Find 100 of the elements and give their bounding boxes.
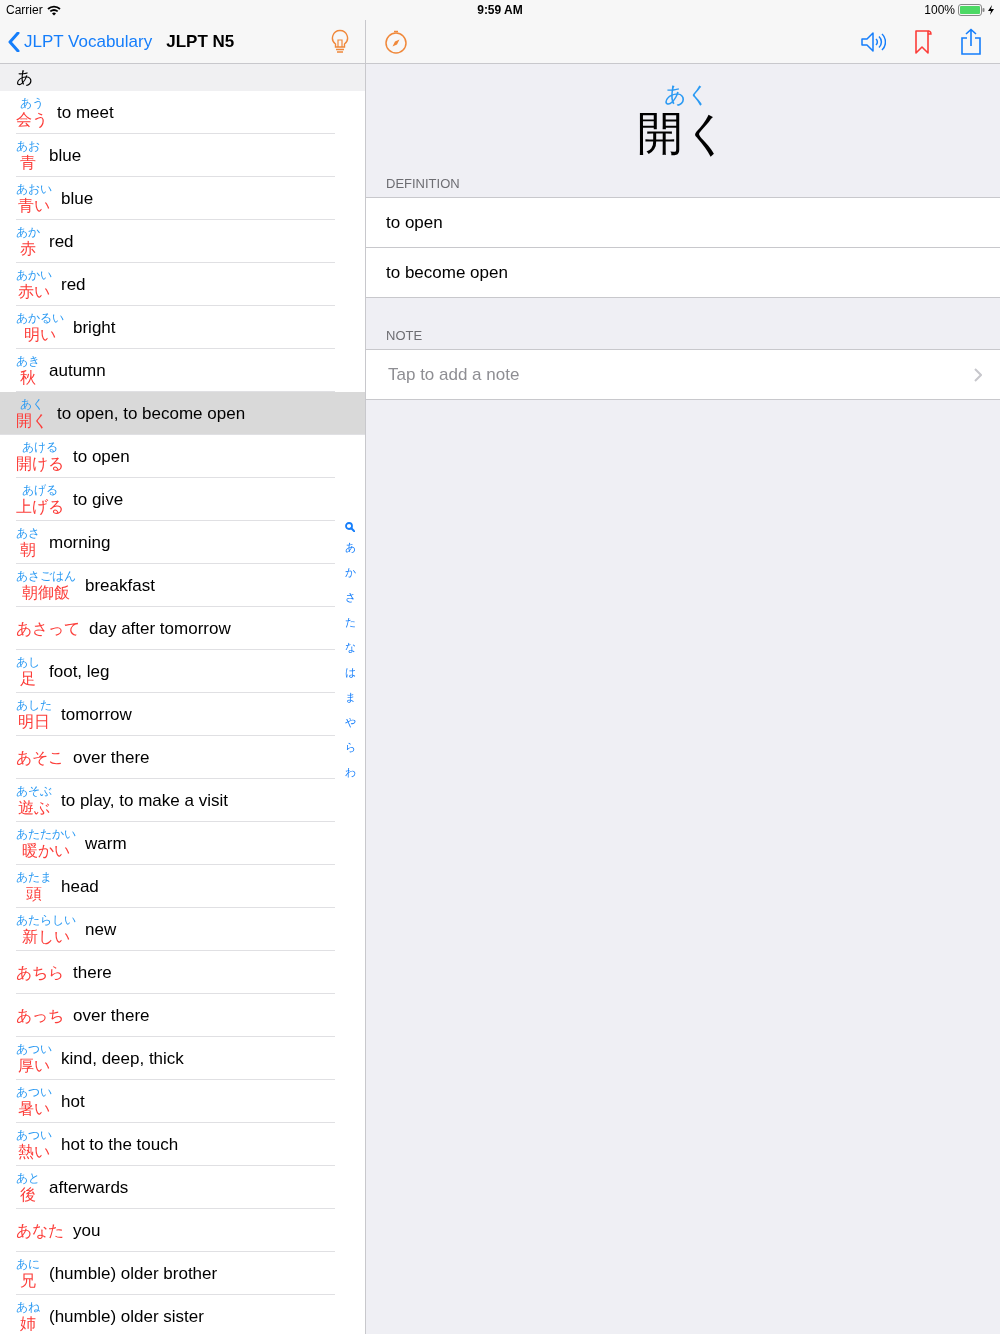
speaker-icon[interactable] bbox=[860, 30, 886, 53]
word-text: 赤 bbox=[20, 238, 36, 259]
meaning-text: to play, to make a visit bbox=[61, 790, 228, 811]
nav-title: JLPT N5 bbox=[166, 31, 235, 52]
reading-text: あつい bbox=[16, 1127, 52, 1142]
reading-text: あたま bbox=[16, 869, 52, 884]
reading-text: あつい bbox=[16, 1084, 52, 1099]
index-letter[interactable]: は bbox=[344, 663, 356, 682]
reading-text: あね bbox=[16, 1299, 40, 1314]
meaning-text: blue bbox=[49, 145, 82, 166]
reading-text: あたらしい bbox=[16, 912, 76, 927]
index-letter[interactable]: ま bbox=[344, 688, 356, 707]
note-row[interactable]: Tap to add a note bbox=[366, 349, 1000, 400]
reading-text: あかるい bbox=[16, 310, 64, 325]
battery-percent: 100% bbox=[924, 3, 955, 17]
word-text: 遊ぶ bbox=[18, 797, 50, 818]
word-text: 暑い bbox=[18, 1098, 50, 1119]
word-text: 会う bbox=[16, 109, 48, 130]
word-text: 姉 bbox=[20, 1313, 36, 1334]
meaning-text: afterwards bbox=[49, 1177, 129, 1198]
meaning-text: to give bbox=[73, 489, 124, 510]
meaning-text: (humble) older brother bbox=[49, 1263, 218, 1284]
back-button[interactable]: JLPT Vocabulary bbox=[0, 30, 159, 53]
carrier-name: Carrier bbox=[6, 3, 43, 17]
index-letter[interactable]: あ bbox=[344, 538, 356, 557]
headword: 開く bbox=[636, 108, 730, 158]
vocabulary-row[interactable]: あっち over there bbox=[0, 994, 365, 1037]
word-text: 朝 bbox=[20, 539, 36, 560]
word-text: 朝御飯 bbox=[22, 582, 70, 603]
meaning-text: foot, leg bbox=[49, 661, 110, 682]
index-letter[interactable]: た bbox=[344, 613, 356, 632]
reading-text: あかい bbox=[16, 267, 52, 282]
charging-bolt-icon bbox=[988, 5, 994, 15]
definition-text: to become open bbox=[386, 262, 508, 283]
share-icon[interactable] bbox=[960, 27, 982, 56]
reading-text: あおい bbox=[16, 181, 52, 196]
search-icon[interactable] bbox=[345, 522, 355, 532]
index-letter[interactable]: や bbox=[344, 713, 356, 732]
reading-text: あう bbox=[20, 95, 44, 110]
word-text: 頭 bbox=[26, 883, 42, 904]
word-text: あさって bbox=[16, 618, 80, 639]
index-letter[interactable]: な bbox=[344, 638, 356, 657]
meaning-text: head bbox=[61, 876, 99, 897]
meaning-text: warm bbox=[85, 833, 127, 854]
reading-text: あく bbox=[20, 396, 44, 411]
reading-text: あし bbox=[16, 654, 40, 669]
meaning-text: to open, to become open bbox=[57, 403, 246, 424]
reading-text: あげる bbox=[22, 482, 58, 497]
section-label: DEFINITION bbox=[386, 176, 460, 191]
reading-text: あそぶ bbox=[16, 783, 52, 798]
meaning-text: hot to the touch bbox=[61, 1134, 179, 1155]
section-label: NOTE bbox=[386, 328, 423, 343]
reading-text: あき bbox=[16, 353, 40, 368]
word-text: 赤い bbox=[18, 281, 50, 302]
wifi-icon bbox=[46, 4, 61, 16]
reading-text: あつい bbox=[16, 1041, 52, 1056]
bookmark-icon[interactable] bbox=[914, 28, 932, 55]
word-text: 新しい bbox=[22, 926, 70, 947]
word-text: 明い bbox=[24, 324, 56, 345]
clock-time: 9:59 AM bbox=[477, 3, 523, 17]
meaning-text: to open bbox=[73, 446, 130, 467]
word-text: 青 bbox=[20, 152, 36, 173]
word-text: あちら bbox=[16, 962, 64, 983]
meaning-text: autumn bbox=[49, 360, 106, 381]
chevron-right-icon bbox=[974, 367, 982, 382]
index-letter[interactable]: か bbox=[344, 563, 356, 582]
meaning-text: (humble) older sister bbox=[49, 1306, 204, 1327]
lightbulb-icon[interactable] bbox=[331, 28, 349, 55]
meaning-text: morning bbox=[49, 532, 111, 553]
meaning-text: tomorrow bbox=[61, 704, 132, 725]
word-text: 厚い bbox=[18, 1055, 50, 1076]
reading-text: あさ bbox=[16, 525, 40, 540]
index-letter[interactable]: ら bbox=[344, 738, 356, 757]
vocabulary-row[interactable]: あちら there bbox=[0, 951, 365, 994]
meaning-text: there bbox=[73, 962, 112, 983]
word-text: 兄 bbox=[20, 1270, 36, 1291]
reading-text: あに bbox=[16, 1256, 40, 1271]
vocabulary-row[interactable]: あなた you bbox=[0, 1209, 365, 1252]
word-text: あっち bbox=[16, 1005, 64, 1026]
meaning-text: breakfast bbox=[85, 575, 155, 596]
meaning-text: over there bbox=[73, 1005, 150, 1026]
word-text: あなた bbox=[16, 1220, 64, 1241]
word-text: あそこ bbox=[16, 747, 64, 768]
reading-text: あたたかい bbox=[16, 826, 76, 841]
meaning-text: new bbox=[85, 919, 117, 940]
word-text: 熱い bbox=[18, 1141, 50, 1162]
compass-icon[interactable] bbox=[384, 29, 408, 54]
reading-text: あける bbox=[22, 439, 58, 454]
index-letter[interactable]: わ bbox=[344, 763, 356, 782]
index-letter[interactable]: さ bbox=[344, 588, 356, 607]
meaning-text: kind, deep, thick bbox=[61, 1048, 184, 1069]
meaning-text: red bbox=[61, 274, 86, 295]
meaning-text: red bbox=[49, 231, 74, 252]
meaning-text: hot bbox=[61, 1091, 85, 1112]
reading-text: あさごはん bbox=[16, 568, 76, 583]
chevron-left-icon bbox=[8, 31, 20, 52]
note-field[interactable]: Tap to add a note bbox=[386, 363, 974, 386]
meaning-text: you bbox=[73, 1220, 101, 1241]
battery-icon bbox=[958, 4, 985, 16]
meaning-text: day after tomorrow bbox=[89, 618, 231, 639]
